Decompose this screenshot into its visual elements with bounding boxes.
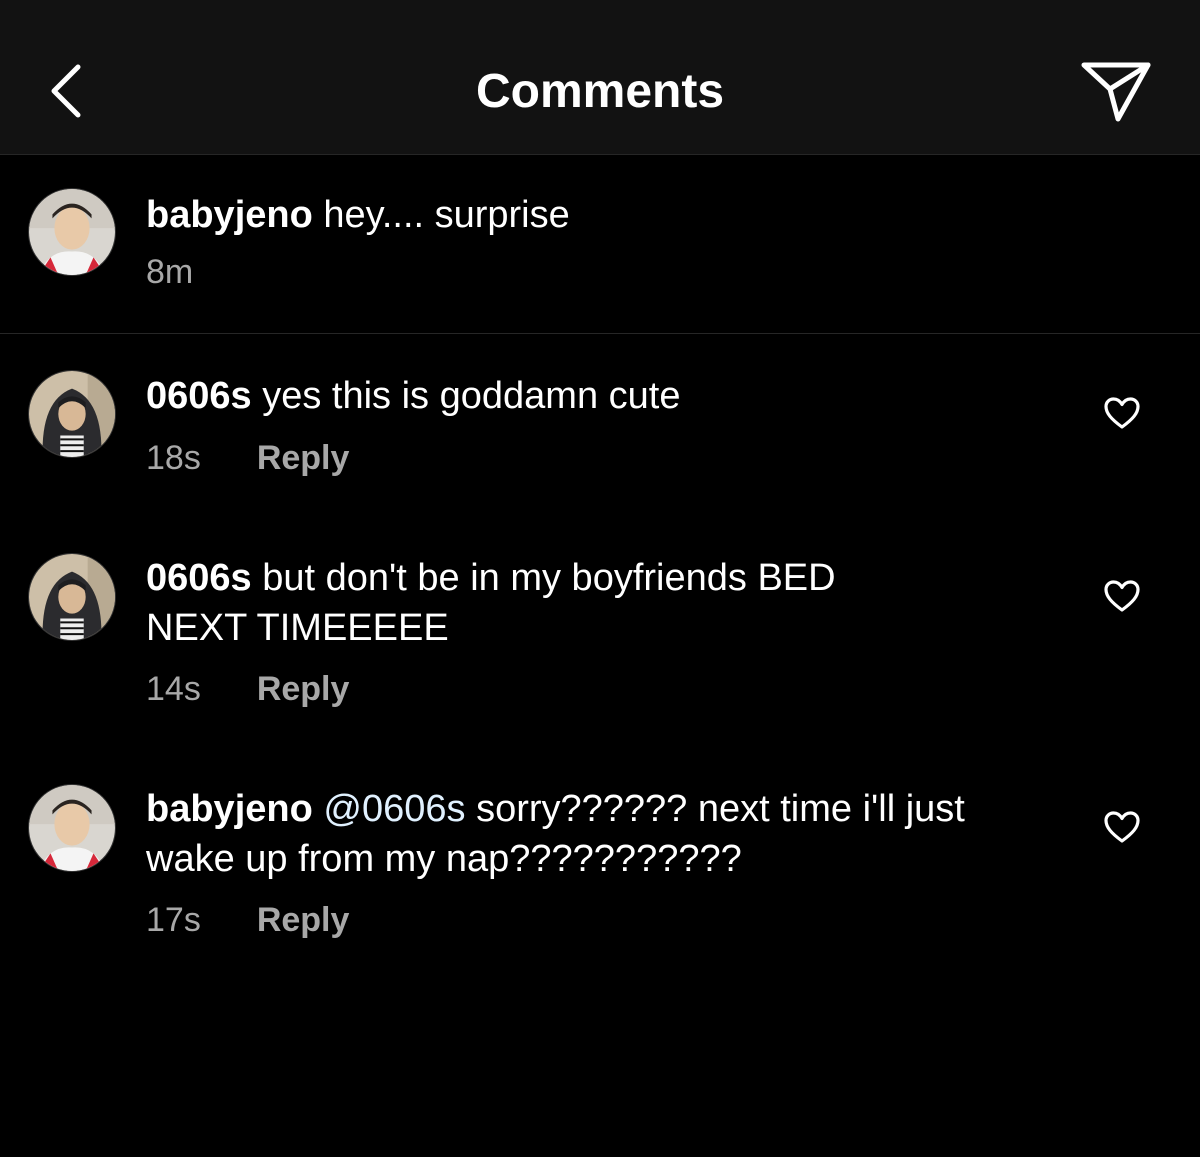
avatar-image [29, 554, 115, 640]
comment-username[interactable]: 0606s [146, 557, 252, 599]
comment-meta: 14s Reply [146, 669, 349, 709]
comment-username[interactable]: babyjeno [146, 788, 313, 830]
heart-icon [1104, 811, 1140, 843]
paper-plane-icon [1081, 62, 1151, 122]
comment-mention[interactable]: @0606s [323, 788, 465, 830]
share-button[interactable] [1076, 56, 1156, 126]
avatar[interactable] [28, 784, 116, 872]
avatar-image [29, 189, 115, 275]
avatar[interactable] [28, 553, 116, 641]
comment-body: yes this is goddamn cute [262, 375, 681, 417]
comment-text: 0606s yes this is goddamn cute [146, 371, 680, 421]
like-button[interactable] [1102, 578, 1142, 614]
comment-meta: 17s Reply [146, 900, 349, 940]
comment-body-continued: NEXT TIMEEEEE [146, 607, 449, 649]
header-bar: Comments [0, 0, 1200, 155]
heart-icon [1104, 397, 1140, 429]
caption-body: hey.... surprise [323, 194, 570, 236]
comment-time: 18s [146, 439, 201, 477]
comment-time: 17s [146, 901, 201, 939]
comment-time: 14s [146, 670, 201, 708]
comment-text: 0606s but don't be in my boyfriends BED … [146, 553, 836, 653]
caption-text: babyjeno hey.... surprise [146, 190, 570, 240]
page-title: Comments [475, 65, 725, 118]
like-button[interactable] [1102, 395, 1142, 431]
avatar[interactable] [28, 370, 116, 458]
comment-body: but don't be in my boyfriends BED [262, 557, 836, 599]
reply-button[interactable]: Reply [257, 900, 350, 940]
avatar-image [29, 371, 115, 457]
like-button[interactable] [1102, 809, 1142, 845]
comment-body: sorry?????? next time i'll just [476, 788, 965, 830]
heart-icon [1104, 580, 1140, 612]
comment-text: babyjeno @0606s sorry?????? next time i'… [146, 784, 965, 884]
comment-body-continued: wake up from my nap??????????? [146, 838, 742, 880]
post-caption: babyjeno hey.... surprise 8m [0, 156, 1200, 334]
caption-time: 8m [146, 253, 194, 291]
avatar[interactable] [28, 188, 116, 276]
avatar-image [29, 785, 115, 871]
comment-meta: 18s Reply [146, 438, 349, 478]
reply-button[interactable]: Reply [257, 669, 350, 709]
caption-username[interactable]: babyjeno [146, 194, 313, 236]
comment-username[interactable]: 0606s [146, 375, 252, 417]
caption-meta: 8m [146, 252, 193, 292]
reply-button[interactable]: Reply [257, 438, 350, 478]
